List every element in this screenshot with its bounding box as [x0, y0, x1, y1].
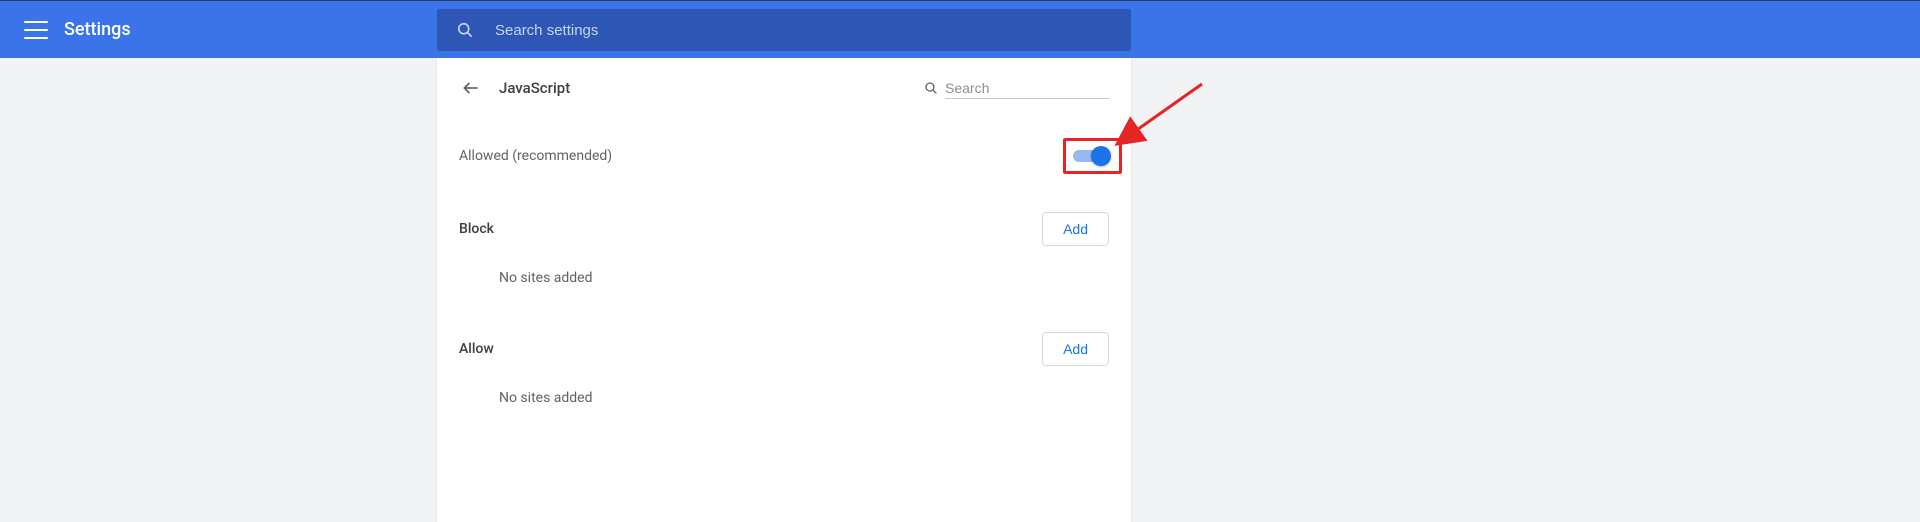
page-search[interactable] — [923, 78, 1109, 99]
setting-label: Allowed (recommended) — [459, 148, 612, 164]
annotation-arrow — [1122, 80, 1207, 140]
search-icon — [455, 20, 475, 40]
allow-empty-message: No sites added — [437, 390, 1131, 406]
section-allow-header: Allow Add — [437, 332, 1131, 366]
page-title: JavaScript — [499, 79, 570, 97]
app-header: Settings — [0, 1, 1920, 58]
setting-row-allowed: Allowed (recommended) — [437, 146, 1131, 166]
javascript-toggle[interactable] — [1073, 146, 1109, 166]
settings-card: JavaScript Allowed (recommended) Block A… — [437, 58, 1131, 522]
back-button[interactable] — [459, 76, 483, 100]
header-search-input[interactable] — [493, 21, 1113, 40]
search-icon — [923, 80, 939, 96]
page-search-input[interactable] — [945, 78, 1109, 99]
page-header: JavaScript — [437, 58, 1131, 100]
section-block-header: Block Add — [437, 212, 1131, 246]
toggle-knob — [1091, 146, 1111, 166]
menu-icon[interactable] — [24, 18, 48, 42]
block-empty-message: No sites added — [437, 270, 1131, 286]
header-search[interactable] — [437, 9, 1131, 51]
app-title: Settings — [64, 19, 131, 40]
allow-add-button[interactable]: Add — [1042, 332, 1109, 366]
section-allow-title: Allow — [459, 341, 494, 357]
block-add-button[interactable]: Add — [1042, 212, 1109, 246]
section-block-title: Block — [459, 221, 494, 237]
